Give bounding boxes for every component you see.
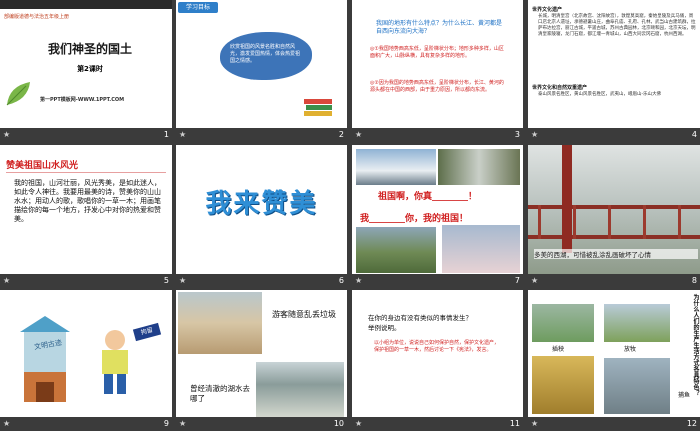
- heritage-list-1: 长城，明清皇宫（北京故宫、沈阳故宫），敦煌莫高窟，秦始皇陵及兵马俑，周口店北京人…: [538, 14, 696, 38]
- slide-footer: ★ 12: [528, 417, 700, 431]
- beach-photo: [178, 292, 262, 354]
- slide-9[interactable]: 文明古迹 拘留 ★ 9: [0, 290, 172, 431]
- site-text: 第一PPT模板网-WWW.1PPT.COM: [40, 97, 125, 103]
- answer-2: ◎②因为我国的地势西高东低，呈阶梯状分布，长江、黄河的源头都在中国的西部，由于重…: [370, 80, 504, 93]
- harvest-photo: [532, 356, 594, 414]
- pillar-shape: [562, 145, 572, 253]
- heading-underline: [6, 172, 166, 173]
- slide-4[interactable]: 世界文化遗产 长城，明清皇宫（北京故宫、沈阳故宫），敦煌莫高窟，秦始皇陵及兵马俑…: [528, 0, 700, 142]
- publisher-text: 部编版道德与法治五年级上册: [4, 14, 70, 20]
- greatwall-photo: [356, 227, 436, 273]
- cartoon-wall: [10, 312, 80, 408]
- heritage-list-2: 泰山风景名胜区，黄山风景名胜区，武夷山，峨眉山-乐山大佛: [538, 92, 662, 97]
- slide-footer: ★ 10: [176, 417, 347, 431]
- herding-photo: [604, 304, 670, 342]
- slide-footer: ★ 4: [528, 128, 700, 142]
- discussion-prompt: 举例说明。: [368, 324, 401, 332]
- rice-planting-photo: [532, 304, 594, 342]
- slide-8[interactable]: 多美的西湖，可惜被乱涂乱画破坏了心情 ★ 8: [528, 145, 700, 288]
- leaf-decoration: [4, 78, 34, 108]
- slide-12[interactable]: 为什么人们的生产生活方式各具特色？ 插秧 放牧 捕鱼 ★ 12: [528, 290, 700, 431]
- westlake-caption: 多美的西湖，可惜被乱涂乱画破坏了心情: [534, 249, 698, 259]
- litter-text: 游客随意乱丢垃圾: [272, 310, 336, 319]
- slide-10[interactable]: 游客随意乱丢垃圾 曾经清澈的湖水去哪了 ★ 10: [176, 290, 347, 431]
- caption-fishing: 捕鱼: [678, 392, 691, 399]
- slide-7[interactable]: 祖国啊，你真________！ 我________你，我的祖国！ ★ 7: [352, 145, 523, 288]
- blossom-photo: [442, 225, 520, 273]
- slide-5[interactable]: 赞美祖国山水风光 我的祖国，山河壮丽，风光秀美，是如此迷人，如此令人神往。我要用…: [0, 145, 172, 288]
- fill-line-1: 祖国啊，你真________！: [378, 192, 478, 202]
- discussion-answer: 以小组为单位，说说自己如何保护自然，保护文化遗产，保护祖国的一草一木，然后讨论一…: [374, 340, 500, 353]
- big-title: 我来赞美: [205, 189, 318, 219]
- answer-1: ◎①我国地势西高东低，呈阶梯状分布；地形多种多样，山区面积广大，山脉纵横，具有复…: [370, 46, 504, 59]
- railing-shape: [528, 195, 700, 255]
- slide-footer: ★ 5: [0, 274, 172, 288]
- lake-text: 曾经清澈的湖水去哪了: [190, 384, 250, 404]
- slide-footer: ★ 2: [176, 128, 347, 142]
- objective-text: 欣赏祖国的风景名胜和自然风光，激发爱国热情，体会热爱祖国之情感。: [230, 44, 301, 64]
- slide-footer: ★ 7: [352, 274, 523, 288]
- slide-footer: ★ 8: [528, 274, 700, 288]
- fill-line-2: 我________你，我的祖国！: [360, 214, 469, 224]
- praise-body: 我的祖国，山河壮丽，风光秀美，是如此迷人，如此令人神往。我要用最美的诗，赞美你的…: [14, 179, 161, 223]
- slide-footer: ★ 6: [176, 274, 347, 288]
- caption-herding: 放牧: [624, 346, 637, 353]
- slide-footer: ★ 3: [352, 128, 523, 142]
- cartoon-person: [90, 326, 140, 396]
- discussion-question: 在你的身边有没有类似的事情发生？: [368, 314, 472, 322]
- slide-11[interactable]: 在你的身边有没有类似的事情发生？ 举例说明。 以小组为单位，说说自己如何保护自然…: [352, 290, 523, 431]
- objective-label: 学习目标: [178, 2, 218, 13]
- mountain-photo: [356, 149, 436, 185]
- caption-planting: 插秧: [552, 346, 565, 353]
- slide-footer: ★ 11: [352, 417, 523, 431]
- slide-subtitle: 第2课时: [77, 65, 103, 73]
- slide-2[interactable]: 学习目标 欣赏祖国的风景名胜和自然风光，激发爱国热情，体会热爱祖国之情感。 ★ 2: [176, 0, 347, 142]
- slide-3[interactable]: 我国的地形有什么特点？为什么长江、黄河都是自西向东流向大海？ ◎①我国地势西高东…: [352, 0, 523, 142]
- slide-1[interactable]: 部编版道德与法治五年级上册 我们神圣的国土 第2课时 第一PPT模板网-WWW.…: [0, 0, 172, 142]
- heritage-heading-1: 世界文化遗产: [532, 7, 563, 13]
- praise-heading: 赞美祖国山水风光: [6, 161, 79, 171]
- fishing-photo: [604, 358, 670, 414]
- books-icon: [302, 95, 334, 119]
- slide-title: 我们神圣的国土: [47, 42, 132, 56]
- slide-6[interactable]: 我来赞美 ★ 6: [176, 145, 347, 288]
- slide-footer: ★ 1: [0, 128, 172, 142]
- question-text: 我国的地形有什么特点？为什么长江、黄河都是自西向东流向大海？: [376, 20, 503, 36]
- waterfall-photo: [438, 149, 520, 185]
- heritage-heading-2: 世界文化和自然双重遗产: [532, 85, 588, 91]
- polluted-lake-photo: [256, 362, 344, 418]
- slide-footer: ★ 9: [0, 417, 172, 431]
